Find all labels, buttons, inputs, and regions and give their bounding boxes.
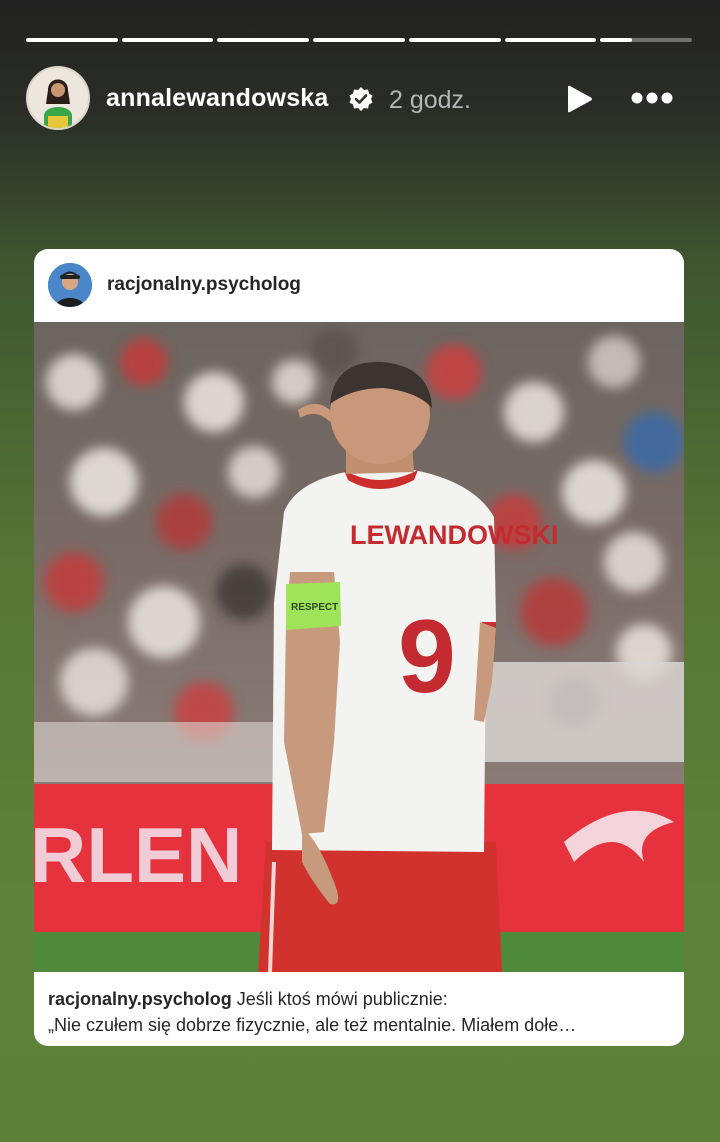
avatar-photo — [28, 68, 88, 128]
progress-segment — [26, 38, 118, 42]
post-header: racjonalny.psycholog — [34, 249, 684, 322]
story-header: annalewandowska 2 godz. — [26, 66, 694, 130]
progress-segment — [217, 38, 310, 42]
progress-segment — [408, 38, 501, 42]
banner-text: RLEN — [34, 811, 242, 899]
post-author-avatar[interactable] — [48, 263, 92, 307]
caption-username[interactable]: racjonalny.psycholog — [48, 989, 232, 1009]
progress-segment-fill — [408, 38, 501, 42]
jersey-name: LEWANDOWSKI — [350, 520, 559, 550]
shared-post-card[interactable]: racjonalny.psycholog RLEN LEWANDOWSKI 9 … — [34, 249, 684, 1046]
progress-segment-fill — [600, 38, 633, 42]
progress-segment-fill — [217, 38, 310, 42]
story-progress-bar — [26, 38, 693, 42]
footballer-photo: RLEN LEWANDOWSKI 9 RESPECT — [34, 322, 684, 972]
progress-segment — [313, 38, 405, 42]
caption-text-1: Jeśli ktoś mówi publicznie: — [236, 989, 448, 1009]
progress-segment — [121, 38, 214, 42]
verified-badge-icon — [349, 87, 373, 111]
caption-line-2: „Nie czułem się dobrze fizycznie, ale te… — [48, 1015, 577, 1035]
jersey-number: 9 — [398, 599, 456, 715]
play-icon[interactable] — [566, 84, 594, 114]
progress-segment — [504, 38, 597, 42]
profile-avatar[interactable] — [26, 66, 90, 130]
progress-segment — [600, 38, 693, 42]
caption-line-1: racjonalny.psycholog Jeśli ktoś mówi pub… — [48, 986, 670, 1012]
post-avatar-photo — [48, 263, 92, 307]
progress-segment-fill — [313, 38, 405, 42]
post-photo[interactable]: RLEN LEWANDOWSKI 9 RESPECT — [34, 322, 684, 972]
post-caption[interactable]: racjonalny.psycholog Jeśli ktoś mówi pub… — [34, 972, 684, 1046]
progress-segment-fill — [121, 38, 214, 42]
story-timestamp: 2 godz. — [389, 86, 472, 114]
story-username[interactable]: annalewandowska — [106, 84, 329, 113]
progress-segment-fill — [504, 38, 597, 42]
armband-text: RESPECT — [291, 602, 338, 613]
progress-segment-fill — [26, 38, 118, 42]
post-author-username[interactable]: racjonalny.psycholog — [107, 274, 301, 296]
more-options-icon[interactable] — [630, 90, 674, 106]
